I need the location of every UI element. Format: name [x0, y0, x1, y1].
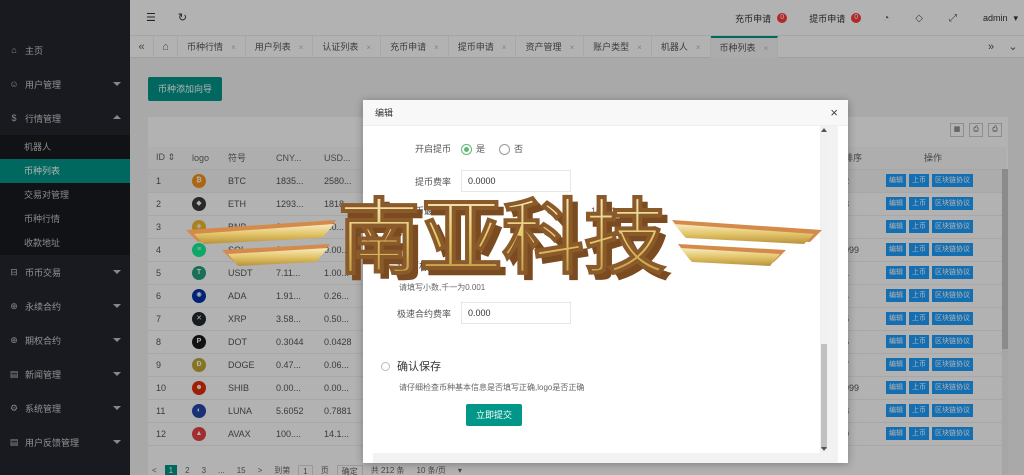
confirm-hint-row: 请仔细检查币种基本信息是否填写正确,logo是否正确: [399, 382, 584, 393]
withdraw-fee-label: 提币费率: [414, 176, 451, 187]
close-icon[interactable]: ×: [830, 100, 838, 126]
radio-yes-icon[interactable]: [461, 144, 472, 156]
step-fast-title: 填写极速合约费率: [397, 261, 485, 273]
confirm-hint: 请仔细检查币种基本信息是否填写正确,logo是否正确: [399, 383, 585, 392]
enable-withdraw-no[interactable]: 否: [499, 142, 524, 156]
step-confirm-title: 确认保存: [397, 361, 441, 373]
radio-no-icon[interactable]: [499, 144, 511, 156]
modal-header: 编辑 ×: [363, 100, 848, 126]
fast-fee-label: 极速合约费率: [396, 308, 451, 319]
fast-fee-hint: 请填写小数,千一为0.001: [399, 283, 486, 292]
yes-label: 是: [476, 144, 486, 154]
scroll-down-icon[interactable]: [821, 447, 827, 451]
scroll-up-icon[interactable]: [821, 128, 827, 132]
modal-body: 开启提币 是 否 提币费率 0.0000 币最低额 1 10000 填写极速合约…: [373, 126, 838, 463]
fast-fee-input[interactable]: 0.000: [461, 302, 571, 324]
no-label: 否: [514, 144, 524, 154]
edit-form: 开启提币 是 否 提币费率 0.0000 币最低额 1 10000 填写极速合约…: [373, 126, 828, 453]
withdraw-fee-input[interactable]: 0.0000: [461, 170, 571, 192]
enable-withdraw-yes[interactable]: 是: [461, 142, 486, 156]
max-amount-value[interactable]: 10000: [591, 206, 616, 216]
edit-modal: 编辑 × 开启提币 是 否 提币费率 0.0000 币最低额 1 10000 填…: [363, 100, 848, 463]
step-fast-fee: 填写极速合约费率: [381, 258, 485, 274]
min-amount-row: 币最低额 1 10000: [373, 204, 616, 217]
fast-fee-hint-row: 请填写小数,千一为0.001: [399, 282, 485, 293]
step-confirm: 确认保存: [381, 358, 441, 374]
scroll-thumb[interactable]: [821, 344, 827, 449]
submit-button[interactable]: 立即提交: [466, 404, 523, 426]
step-dot-icon: [381, 261, 390, 271]
modal-title: 编辑: [375, 108, 394, 118]
enable-withdraw-row: 开启提币 是 否: [373, 142, 524, 156]
modal-scrollbar[interactable]: [820, 126, 828, 453]
min-amount-value[interactable]: 1: [461, 206, 591, 216]
step-dot-icon: [381, 361, 390, 371]
enable-withdraw-label: 开启提币: [414, 144, 451, 155]
fast-fee-row: 极速合约费率 0.000: [373, 302, 571, 324]
min-amount-label: 币最低额: [414, 206, 451, 216]
withdraw-fee-row: 提币费率 0.0000: [373, 170, 571, 192]
